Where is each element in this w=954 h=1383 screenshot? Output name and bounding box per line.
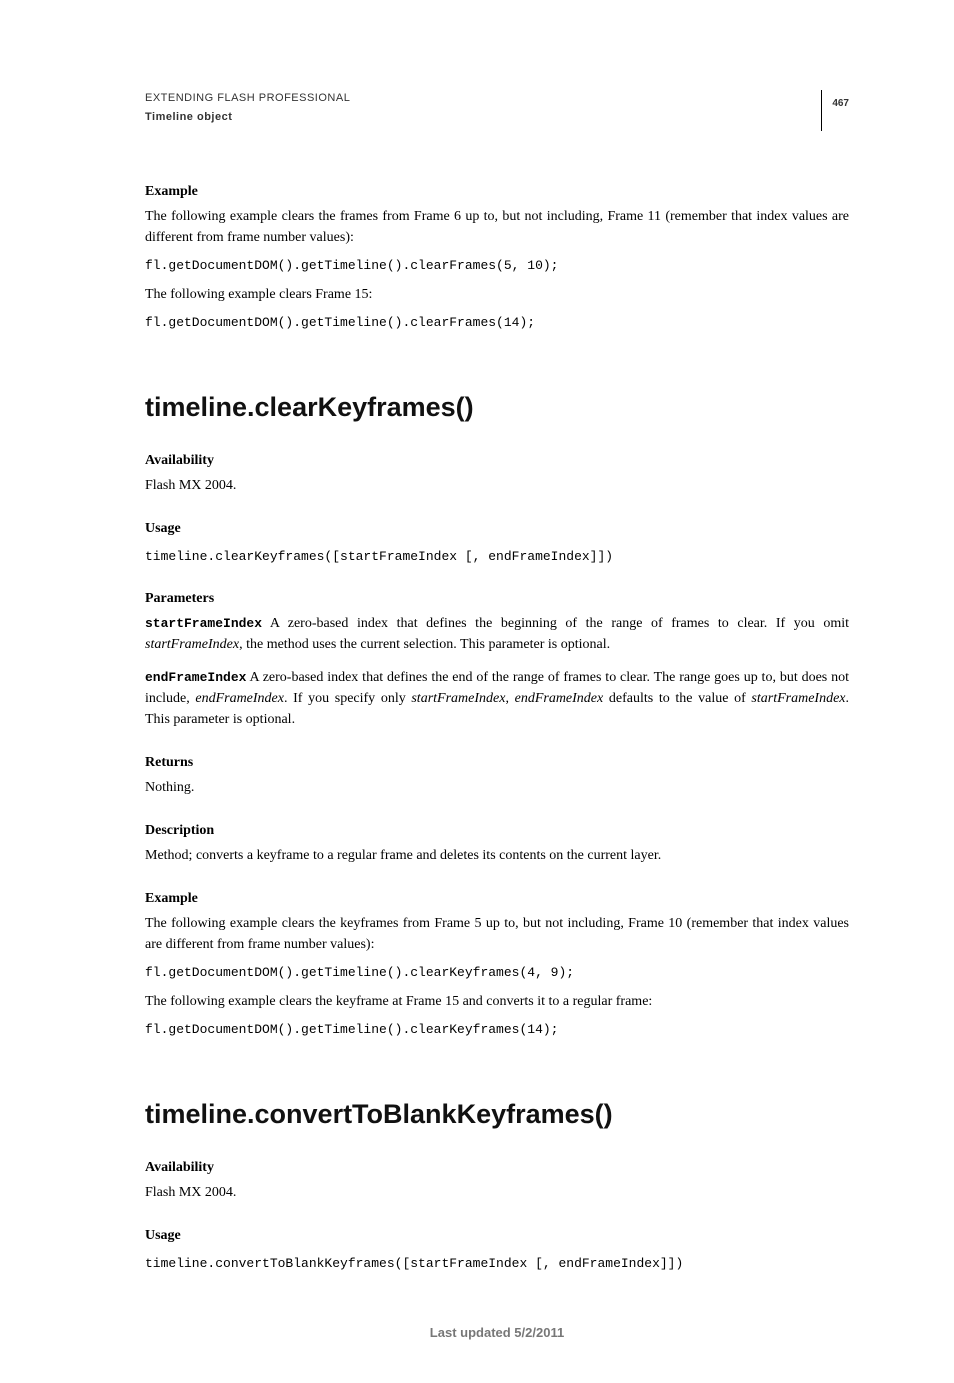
- param-text: ,: [505, 691, 514, 706]
- availability-value: Flash MX 2004.: [145, 1182, 849, 1203]
- code-block: fl.getDocumentDOM().getTimeline().clearK…: [145, 963, 849, 983]
- usage-heading: Usage: [145, 518, 849, 539]
- availability-value: Flash MX 2004.: [145, 475, 849, 496]
- param-text: A zero-based index that defines the begi…: [262, 616, 849, 631]
- footer-updated: Last updated 5/2/2011: [145, 1323, 849, 1343]
- availability-heading: Availability: [145, 450, 849, 471]
- returns-value: Nothing.: [145, 777, 849, 798]
- doc-title: EXTENDING FLASH PROFESSIONAL: [145, 90, 350, 107]
- description-heading: Description: [145, 820, 849, 841]
- header-left: EXTENDING FLASH PROFESSIONAL Timeline ob…: [145, 90, 350, 125]
- code-block: fl.getDocumentDOM().getTimeline().clearF…: [145, 313, 849, 333]
- param-ital: endFrameIndex: [515, 691, 604, 706]
- page-number: 467: [821, 90, 849, 131]
- usage-code: timeline.clearKeyframes([startFrameIndex…: [145, 547, 849, 567]
- code-block: fl.getDocumentDOM().getTimeline().clearF…: [145, 256, 849, 276]
- usage-heading: Usage: [145, 1225, 849, 1246]
- param-startframeindex: startFrameIndex A zero-based index that …: [145, 613, 849, 655]
- param-name: endFrameIndex: [145, 670, 246, 685]
- code-block: fl.getDocumentDOM().getTimeline().clearK…: [145, 1020, 849, 1040]
- param-text: defaults to the value of: [603, 691, 751, 706]
- param-name: startFrameIndex: [145, 616, 262, 631]
- page-header: EXTENDING FLASH PROFESSIONAL Timeline ob…: [145, 90, 849, 131]
- returns-heading: Returns: [145, 752, 849, 773]
- availability-heading: Availability: [145, 1157, 849, 1178]
- usage-code: timeline.convertToBlankKeyframes([startF…: [145, 1254, 849, 1274]
- param-ital: startFrameIndex: [145, 637, 239, 652]
- example-heading: Example: [145, 181, 849, 202]
- example-mid: The following example clears the keyfram…: [145, 991, 849, 1012]
- param-text: . If you specify only: [284, 691, 411, 706]
- description-value: Method; converts a keyframe to a regular…: [145, 845, 849, 866]
- param-ital: startFrameIndex: [751, 691, 845, 706]
- example-heading: Example: [145, 888, 849, 909]
- param-endframeindex: endFrameIndex A zero-based index that de…: [145, 667, 849, 730]
- param-ital: startFrameIndex: [411, 691, 505, 706]
- param-ital: endFrameIndex: [195, 691, 284, 706]
- example-intro: The following example clears the keyfram…: [145, 913, 849, 955]
- doc-subtitle: Timeline object: [145, 109, 350, 126]
- method-title-converttoblankkeyframes: timeline.convertToBlankKeyframes(): [145, 1094, 849, 1135]
- param-text: , the method uses the current selection.…: [239, 637, 610, 652]
- parameters-heading: Parameters: [145, 588, 849, 609]
- method-title-clearkeyframes: timeline.clearKeyframes(): [145, 387, 849, 428]
- example-mid: The following example clears Frame 15:: [145, 284, 849, 305]
- example-intro: The following example clears the frames …: [145, 206, 849, 248]
